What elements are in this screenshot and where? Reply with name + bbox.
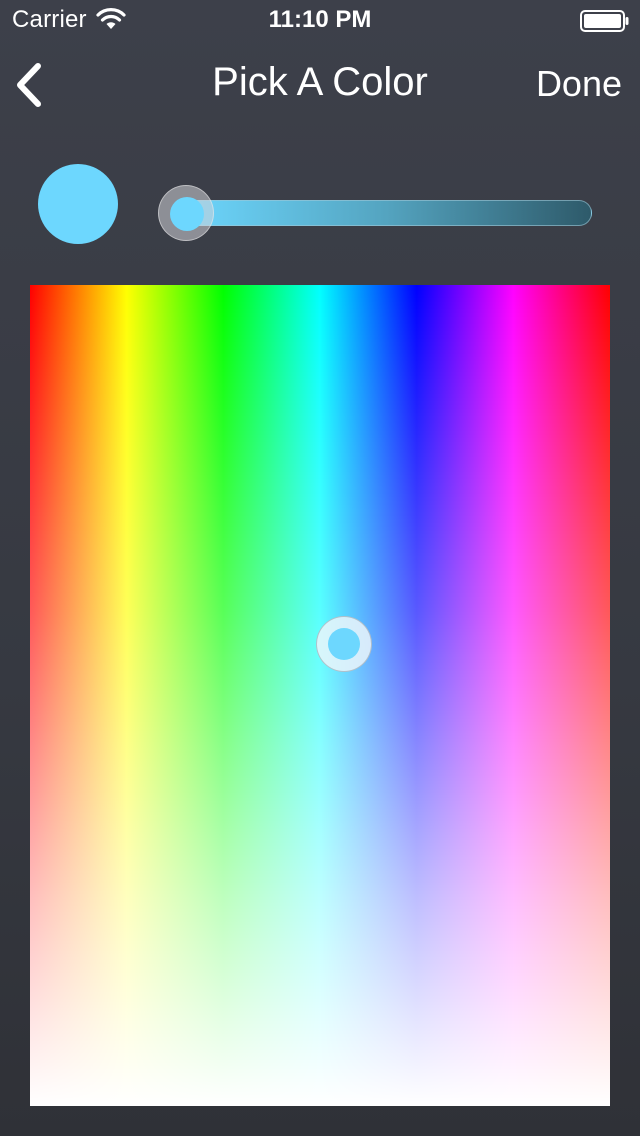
nav-bar: Pick A Color Done xyxy=(0,40,640,128)
status-bar: Carrier 11:10 PM xyxy=(0,0,640,40)
done-button[interactable]: Done xyxy=(536,63,622,105)
slider-thumb-color xyxy=(170,197,204,231)
selected-color-swatch xyxy=(38,164,118,244)
color-picker-handle[interactable] xyxy=(316,616,372,672)
battery-full-icon xyxy=(580,10,630,32)
status-time: 11:10 PM xyxy=(268,6,372,33)
color-spectrum-field[interactable] xyxy=(30,285,610,1106)
picker-handle-color xyxy=(328,628,360,660)
brightness-slider-track[interactable] xyxy=(180,200,592,226)
saturation-gradient xyxy=(30,285,610,1106)
brightness-slider-thumb[interactable] xyxy=(158,185,214,241)
brightness-slider[interactable] xyxy=(158,184,592,242)
